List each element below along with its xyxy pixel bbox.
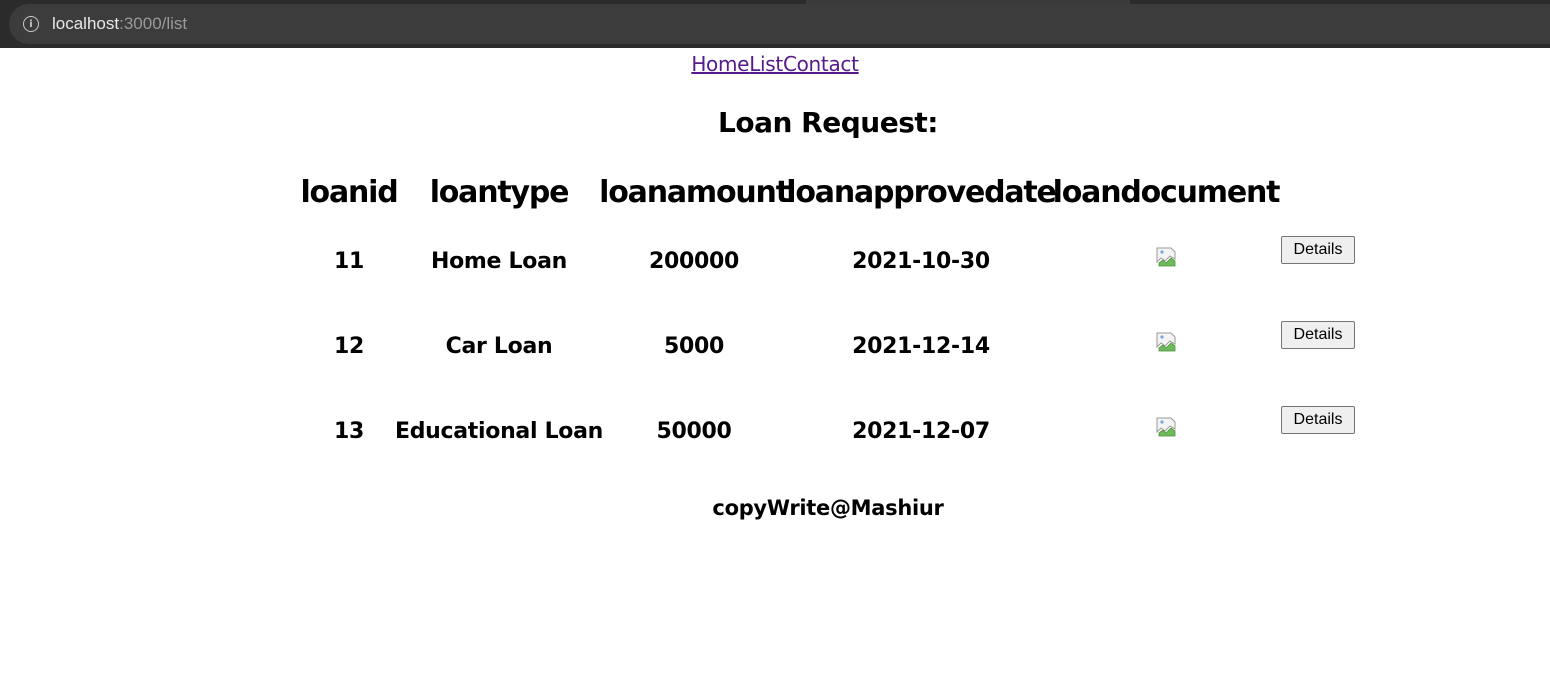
cell-loantype: Home Loan (431, 249, 567, 274)
cell-loanid: 13 (333, 419, 365, 444)
cell-loanapprovedate: 2021-10-30 (852, 249, 990, 274)
details-button[interactable]: Details (1281, 321, 1355, 349)
details-button[interactable]: Details (1281, 236, 1355, 264)
details-button[interactable]: Details (1281, 406, 1355, 434)
info-icon[interactable]: i (23, 16, 39, 32)
url-text[interactable]: localhost:3000/list (52, 14, 187, 34)
header-loandocument: loandocument (1052, 175, 1281, 210)
cell-loanid: 12 (333, 334, 365, 359)
nav-link-list[interactable]: List (749, 52, 783, 76)
nav-bar: HomeListContact (0, 52, 1550, 76)
table-row: 13 Educational Loan 50000 2021-12-07 Det… (0, 406, 1550, 459)
nav-link-home[interactable]: Home (691, 52, 749, 76)
nav-link-contact[interactable]: Contact (783, 52, 859, 76)
browser-toolbar: i localhost:3000/list (0, 0, 1550, 48)
page-title: Loan Request: (718, 106, 938, 139)
broken-image-icon (1156, 247, 1176, 267)
url-path: :3000/list (119, 14, 188, 33)
cell-loanapprovedate: 2021-12-07 (852, 419, 990, 444)
table-row: 11 Home Loan 200000 2021-10-30 Details (0, 236, 1550, 289)
cell-loanamount: 50000 (656, 419, 732, 444)
page-content: HomeListContact Loan Request: loanid loa… (0, 48, 1550, 674)
cell-loanamount: 5000 (663, 334, 725, 359)
header-loanapprovedate: loanapprovedate (786, 175, 1057, 210)
cell-loanamount: 200000 (648, 249, 740, 274)
footer-copyright: copyWrite@Mashiur (712, 496, 944, 520)
cell-loanapprovedate: 2021-12-14 (852, 334, 990, 359)
cell-loantype: Educational Loan (394, 419, 604, 444)
cell-loanid: 11 (333, 249, 365, 274)
url-host: localhost (52, 14, 120, 33)
table-header-row: loanid loantype loanamount loanapproveda… (0, 175, 1550, 215)
cell-loantype: Car Loan (445, 334, 553, 359)
header-loanid: loanid (300, 175, 398, 210)
broken-image-icon (1156, 332, 1176, 352)
table-row: 12 Car Loan 5000 2021-12-14 Details (0, 321, 1550, 374)
header-loanamount: loanamount (599, 175, 790, 210)
address-bar[interactable]: i localhost:3000/list (9, 4, 1550, 44)
header-loantype: loantype (429, 175, 570, 210)
broken-image-icon (1156, 417, 1176, 437)
